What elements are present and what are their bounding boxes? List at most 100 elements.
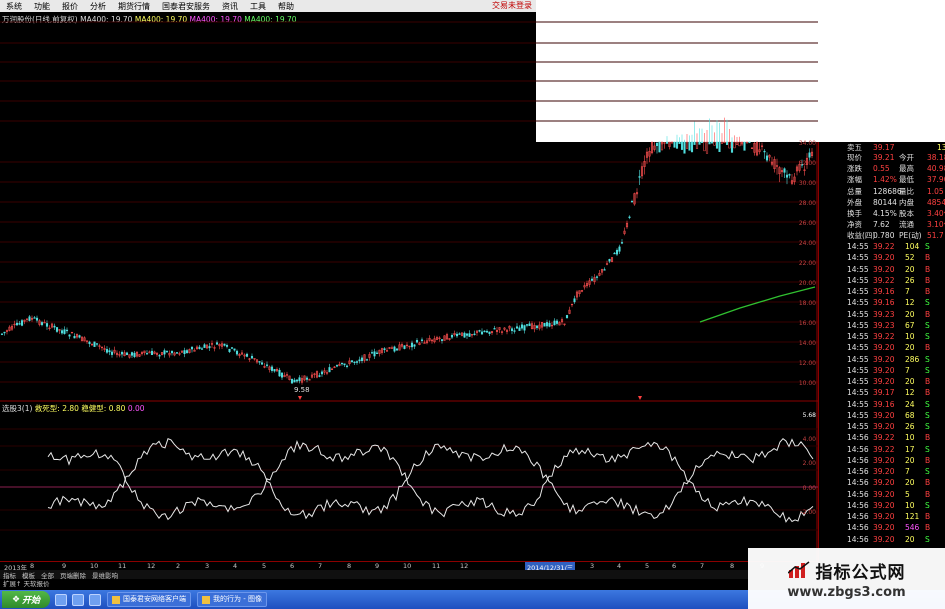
tab-indicator[interactable]: 指标	[0, 570, 19, 580]
candle-body	[675, 141, 679, 149]
candle-body	[478, 330, 481, 332]
candle-body	[120, 351, 124, 355]
candle-body	[553, 320, 556, 326]
candle-body	[463, 332, 466, 338]
tick-direction: B	[925, 264, 931, 274]
tick-price: 39.20	[873, 410, 895, 420]
price-axis-label: 30.00	[799, 180, 816, 187]
candle-body	[555, 320, 559, 324]
candle-body	[198, 346, 201, 349]
tick-row: 14:56 39.20 5 B	[847, 490, 945, 500]
candle-body	[710, 141, 714, 144]
tick-direction: S	[925, 320, 930, 330]
start-button[interactable]: ❖ 开始	[2, 591, 50, 608]
tick-volume: 24	[905, 399, 915, 409]
candle-body	[393, 346, 396, 352]
quote-value: 3.10亿	[927, 220, 945, 230]
candle-body	[328, 367, 331, 373]
candle-body	[415, 340, 419, 343]
candle-body	[190, 346, 194, 350]
candle-body	[290, 378, 294, 384]
tick-direction: B	[925, 275, 931, 285]
date-axis: 2013年 8 9 10 11 12 2 3 4 5 6 7 8 9 10 11 12 2014/12/31/三 3…	[0, 561, 818, 572]
candle-body	[678, 141, 681, 144]
tick-volume: 67	[905, 320, 915, 330]
quote-value: 80144	[873, 197, 897, 207]
tick-price: 39.22	[873, 275, 895, 285]
marker-icon	[638, 396, 642, 400]
taskbar-item-image[interactable]: 我的行为 - 图像	[197, 592, 267, 607]
date-label: 3	[205, 562, 210, 570]
tick-direction: B	[925, 455, 931, 465]
candle-body	[680, 141, 684, 150]
candle-body	[685, 141, 689, 149]
tick-time: 14:56	[847, 444, 869, 454]
candle-body	[373, 351, 376, 357]
tab-delete[interactable]: 页端删除	[57, 570, 89, 580]
tick-volume: 286	[905, 354, 920, 364]
watermark-url: www.zbgs3.com	[787, 584, 906, 600]
quote-value: 1.05	[927, 186, 944, 196]
candle-body	[20, 320, 24, 326]
candle-body	[738, 141, 741, 147]
tick-volume: 7	[905, 365, 910, 375]
candle-body	[365, 359, 369, 361]
candle-body	[228, 348, 231, 352]
tab-all[interactable]: 全部	[38, 570, 57, 580]
tick-price: 39.20	[873, 534, 895, 544]
quote-value: 51.7	[927, 231, 944, 241]
quote-row: 涨跌 0.55 最高 40.98	[847, 163, 945, 174]
candle-body	[245, 353, 249, 357]
tick-row: 14:55 39.20 20 B	[847, 377, 945, 387]
candle-body	[133, 352, 136, 357]
candle-body	[713, 141, 716, 146]
candle-body	[0, 333, 4, 335]
tick-time: 14:55	[847, 320, 869, 330]
quote-label: 流通	[899, 220, 914, 230]
candle-body	[705, 141, 709, 154]
candle-body	[165, 351, 169, 353]
osc-axis-label: 0.00	[803, 485, 817, 492]
date-label: 10	[90, 562, 99, 570]
candle-body	[730, 141, 734, 153]
quicklaunch-media-icon[interactable]	[89, 593, 101, 606]
osc-axis-label: 5.68	[803, 412, 817, 419]
quote-label: 涨跌	[847, 164, 862, 174]
quote-value: 0.780	[873, 231, 895, 241]
candle-body	[73, 336, 76, 339]
quote-label: 现价	[847, 153, 862, 162]
tick-row: 14:55 39.16 7 B	[847, 287, 945, 297]
candle-body	[200, 348, 204, 350]
tick-time: 14:56	[847, 534, 869, 544]
candle-body	[233, 348, 236, 351]
date-label: 8	[347, 562, 352, 570]
candle-body	[250, 355, 254, 359]
quicklaunch-desktop-icon[interactable]	[72, 593, 84, 606]
tick-time: 14:55	[847, 298, 869, 308]
candle-body	[783, 168, 786, 173]
candle-body	[548, 322, 551, 327]
tick-volume: 12	[905, 388, 915, 398]
tab-template[interactable]: 模板	[19, 570, 38, 580]
tick-volume: 20	[905, 343, 915, 353]
taskbar-item-client[interactable]: 国泰君安网络客户端	[107, 592, 191, 607]
candle-body	[723, 141, 726, 144]
candle-body	[690, 141, 694, 153]
candle-body	[78, 335, 81, 338]
candle-body	[403, 345, 406, 349]
price-axis-label: 14.00	[799, 340, 816, 347]
quicklaunch-ie-icon[interactable]	[55, 593, 67, 606]
quote-value: 128686	[873, 186, 902, 196]
tick-volume: 12	[905, 298, 915, 308]
tick-time: 14:56	[847, 467, 869, 476]
candle-body	[145, 353, 149, 355]
tick-volume: 7	[905, 287, 910, 296]
candlestick-chart[interactable]: 9.58 34.00 32.00 30.00 28.00 26.00 24.00 22.00 2…	[0, 0, 818, 561]
tick-price: 39.20	[873, 253, 895, 263]
tick-row: 14:56 39.22 10 B	[847, 433, 945, 443]
candle-body	[345, 365, 349, 367]
candle-body	[488, 331, 491, 334]
candle-body	[158, 355, 161, 357]
candle-body	[340, 362, 344, 365]
tab-effect[interactable]: 景维影响	[89, 570, 121, 580]
